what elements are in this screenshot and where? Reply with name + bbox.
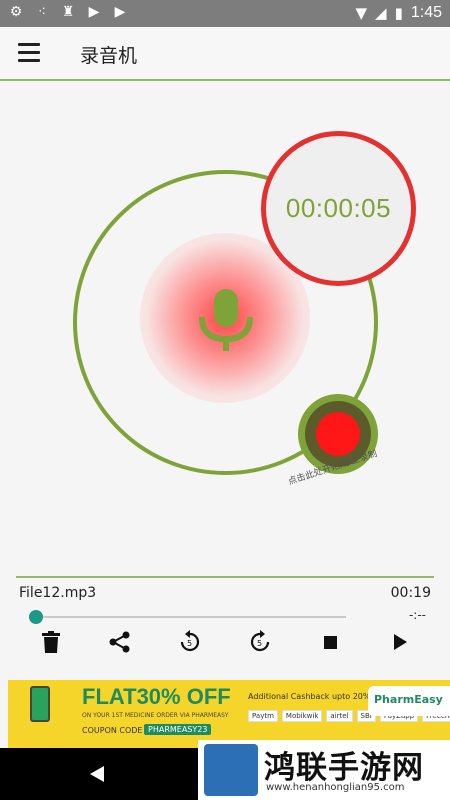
battery-charging-icon: ▮ xyxy=(394,4,403,22)
play-icon xyxy=(393,634,407,650)
stop-button[interactable] xyxy=(316,628,344,656)
share-dots-icon: ⁖ xyxy=(37,4,47,20)
page-title: 录音机 xyxy=(80,45,138,67)
ad-coupon-label: COUPON CODE : xyxy=(82,726,148,735)
elapsed-timer: 00:00:05 xyxy=(261,131,416,286)
replay-5-icon: 5 xyxy=(180,630,200,652)
ad-brand-logo: PharmEasy xyxy=(368,686,450,716)
payment-logo: airtel xyxy=(326,710,353,722)
ad-banner[interactable]: FLAT30% OFF ON YOUR 1ST MEDICINE ORDER V… xyxy=(8,680,450,748)
rewind-5-button[interactable]: 5 xyxy=(176,628,204,656)
watermark-url: www.henanhonglian95.com xyxy=(266,782,405,793)
back-icon[interactable] xyxy=(90,766,104,782)
site-watermark: 鸿联手游网 www.henanhonglian95.com xyxy=(198,740,450,800)
play-store-icon: ▶ xyxy=(114,4,126,20)
forward-5-button[interactable]: 5 xyxy=(246,628,274,656)
file-duration: 00:19 xyxy=(390,585,431,601)
player-divider xyxy=(16,576,434,578)
status-bar-notifications: ⚙ ⁖ ♜ ▶ ▶ xyxy=(8,4,128,20)
file-name: File12.mp3 xyxy=(19,585,97,601)
payment-logo: Paytm xyxy=(248,710,278,722)
seek-bar-track[interactable] xyxy=(36,616,346,618)
playback-position: -:-- xyxy=(408,608,426,622)
microphone-icon xyxy=(199,289,253,351)
play-store-icon: ▶ xyxy=(88,4,100,20)
ad-subline: ON YOUR 1ST MEDICINE ORDER VIA PHARMEASY xyxy=(82,712,229,719)
recorder-stage: 00:00:05 点击此处开始/停止录制 xyxy=(0,83,450,578)
elapsed-time-text: 00:00:05 xyxy=(285,193,392,223)
record-dot-icon xyxy=(316,412,360,456)
trash-icon xyxy=(42,631,60,653)
watermark-title: 鸿联手游网 xyxy=(264,750,424,786)
forward-5-icon: 5 xyxy=(250,630,270,652)
share-icon xyxy=(109,631,130,653)
phone-illustration-icon xyxy=(30,686,50,722)
status-time: 1:45 xyxy=(410,4,442,21)
delete-button[interactable] xyxy=(37,628,65,656)
svg-text:5: 5 xyxy=(187,639,192,648)
stop-icon xyxy=(323,635,337,649)
watermark-logo-icon xyxy=(204,744,258,796)
hamburger-menu-icon[interactable] xyxy=(18,43,40,63)
ad-coupon-code: PHARMEASY23 xyxy=(144,724,212,735)
payment-logo: Mobikwik xyxy=(281,710,323,722)
share-button[interactable] xyxy=(106,628,134,656)
svg-text:5: 5 xyxy=(257,639,262,648)
player-controls: 5 5 xyxy=(0,628,450,658)
sync-icon: ⚙ xyxy=(9,4,23,20)
status-bar: ⚙ ⁖ ♜ ▶ ▶ ▼ ◢ ▮ 1:45 xyxy=(0,0,450,27)
signal-icon: ◢ xyxy=(375,4,387,22)
status-bar-system: ▼ ◢ ▮ 1:45 xyxy=(356,4,443,22)
app-bar: 录音机 xyxy=(0,27,450,81)
play-button[interactable] xyxy=(386,628,414,656)
ad-cashback: Additional Cashback upto 20% on xyxy=(248,692,383,701)
seek-bar-thumb[interactable] xyxy=(29,610,43,624)
wifi-icon: ▼ xyxy=(355,4,368,22)
ad-headline: FLAT30% OFF xyxy=(82,684,231,709)
keyhole-icon: ♜ xyxy=(61,4,75,20)
